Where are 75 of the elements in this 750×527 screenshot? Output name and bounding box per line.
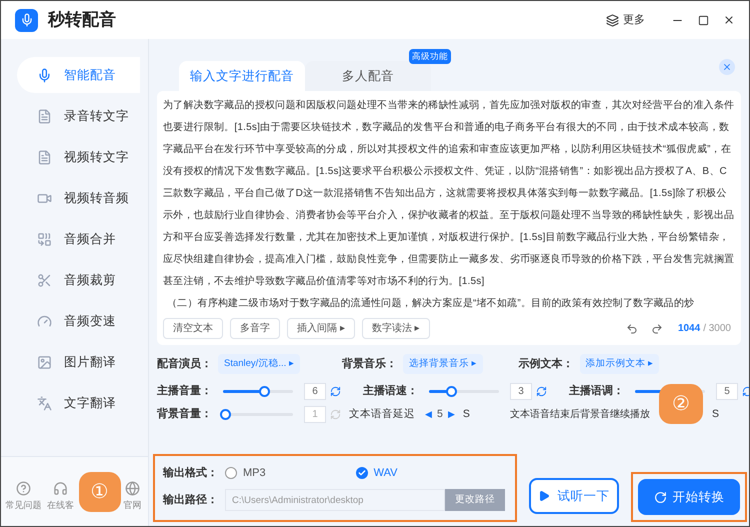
delay-value: 5 xyxy=(437,406,443,422)
image-icon xyxy=(37,354,52,370)
reset-icon[interactable] xyxy=(330,386,341,397)
sidebar-item[interactable]: 录音转文字 xyxy=(17,98,140,134)
translate-icon xyxy=(37,396,52,410)
picker-button[interactable]: 选择背景音乐 ▸ xyxy=(402,354,483,374)
slider-label: 主播音量： xyxy=(157,384,212,400)
help-icon xyxy=(16,480,31,496)
editor-text[interactable]: （二）有序构建二级市场对于数字藏品的流通性问题，解决方案应是“堵不如疏”。目前的政策有效控制了数字藏品的炒 xyxy=(163,293,735,315)
format-radio[interactable]: MP3 xyxy=(225,464,266,482)
format-radio[interactable]: WAV xyxy=(356,464,398,482)
redo-icon[interactable] xyxy=(650,322,663,334)
delay-label: 文本语音延迟 xyxy=(349,406,415,422)
format-label: 输出格式： xyxy=(163,466,219,481)
picker-button[interactable]: 添加示例文本 ▸ xyxy=(580,354,660,374)
footer-link[interactable]: 官网 xyxy=(120,480,144,512)
tab[interactable]: 输入文字进行配音 xyxy=(179,61,305,91)
tool-button[interactable]: 数字读法 ▸ xyxy=(362,318,430,339)
path-label: 输出路径： xyxy=(163,492,219,508)
undo-icon[interactable] xyxy=(626,322,638,334)
close-icon[interactable] xyxy=(723,14,735,26)
editor-text[interactable]: 为了解决数字藏品的授权问题和因版权问题处理不当带来的稀缺性减弱，首先应加强对版权的审查，其次对经营平台的准入条件也要进行限制。[1.5s]由于需要区块链技术，数字藏品的发售平台和普通的电子商务平台有很大的不同，由于技术成本较高，数字藏品平台在发行环节中享受较高的分成，所以对其授权文件的追索和审查应该更加严格，以防利用区块链技术“狐假虎威”，在没有授权的情况下发售数字藏品。[1.5s]这要求平台积极公示授权文件、凭证，以防“混搭销售”：如影视出品方授权了A、B、C三款数字藏品，平台自己做了D这一款混搭销售不告知出品方，这就需要将授权具体落实到每一款数字藏品。[1.5s]除了积极公示外，也鼓励行业自律协会、消费者协会等平台介入，保护收藏者的权益。至于版权问题处理不当导致的稀缺性缺失，影视出品方和平台应妥善选择发行数量，尤其在加密技术上更加谨慎，对版权进行保护。[1.5s]目前数字藏品行业大热，平台纷繁错杂，应尽快组建自律协会，提高准入门槛，鼓励良性竞争，但需要防止一藏多发、劣币驱逐良币导致的价格下跌，平台发售完就搁置甚至注销，不去维护导致数字藏品价值清零等对市场不利的行为。[1.5s] xyxy=(163,95,735,293)
scissors-icon xyxy=(37,272,52,288)
increase-button[interactable]: ▶ xyxy=(448,408,455,422)
picker-label: 配音演员： xyxy=(157,356,212,372)
picker-button[interactable]: Stanley/沉稳... ▸ xyxy=(218,354,300,374)
footer-link[interactable]: 常见问题 xyxy=(5,480,42,512)
gauge-icon xyxy=(37,314,52,328)
char-limit: / 3000 xyxy=(703,322,731,336)
decrease-button[interactable]: ◀ xyxy=(425,408,432,422)
reset-icon[interactable] xyxy=(536,386,547,397)
unit-label: S xyxy=(712,406,719,422)
tool-button[interactable]: 清空文本 xyxy=(163,318,223,339)
tool-button[interactable]: 插入间隔 ▸ xyxy=(287,318,355,339)
slider-label: 背景音量： xyxy=(157,406,212,422)
sidebar-item[interactable]: 音频变速 xyxy=(17,303,140,339)
callout-marker: ① xyxy=(78,472,121,512)
value-field[interactable]: 6 xyxy=(304,383,326,400)
slider-label: 主播语速： xyxy=(363,384,418,400)
globe-icon xyxy=(124,480,140,496)
start-button[interactable]: 开始转换 xyxy=(638,479,740,515)
slider-thumb[interactable] xyxy=(446,386,456,397)
play-icon xyxy=(538,490,550,502)
slider-thumb[interactable] xyxy=(259,386,270,397)
value-field[interactable]: 5 xyxy=(716,383,738,400)
maximize-icon[interactable] xyxy=(698,14,709,26)
picker-label: 示例文本： xyxy=(518,356,574,372)
sidebar-item[interactable]: 图片翻译 xyxy=(17,344,140,380)
merge-icon xyxy=(37,232,52,246)
microphone-icon xyxy=(37,68,52,82)
headset-icon xyxy=(52,480,68,496)
document-icon xyxy=(37,150,52,164)
premium-badge: 高级功能 xyxy=(409,49,451,64)
sidebar-item[interactable]: 文字翻译 xyxy=(17,385,140,421)
convert-icon xyxy=(654,490,666,504)
preview-button[interactable]: 试听一下 xyxy=(528,478,619,514)
slider-label: 主播语调： xyxy=(569,384,624,400)
sidebar-item[interactable]: 智能配音 xyxy=(17,57,140,93)
sidebar-item[interactable]: 音频合并 xyxy=(17,221,140,257)
app-logo-icon xyxy=(15,8,38,32)
sidebar-item[interactable]: 视频转文字 xyxy=(17,139,140,175)
sidebar-item[interactable]: 音频裁剪 xyxy=(17,262,140,298)
more-menu[interactable]: 更多 xyxy=(623,12,645,28)
layers-icon[interactable] xyxy=(606,14,619,26)
footer-link[interactable]: 在线客 xyxy=(42,480,79,512)
continue-label: 文本语音结束后背景音继续播放 xyxy=(510,408,650,422)
char-count: 1044 xyxy=(678,322,700,336)
check-icon xyxy=(358,469,366,477)
value-field[interactable]: 3 xyxy=(510,383,532,400)
picker-label: 背景音乐： xyxy=(342,356,397,372)
tool-button[interactable]: 多音字 xyxy=(230,318,280,339)
document-icon xyxy=(37,108,52,124)
app-title: 秒转配音 xyxy=(48,9,116,32)
sidebar-item[interactable]: 视频转音频 xyxy=(17,180,140,216)
unit-label: S xyxy=(462,406,470,422)
